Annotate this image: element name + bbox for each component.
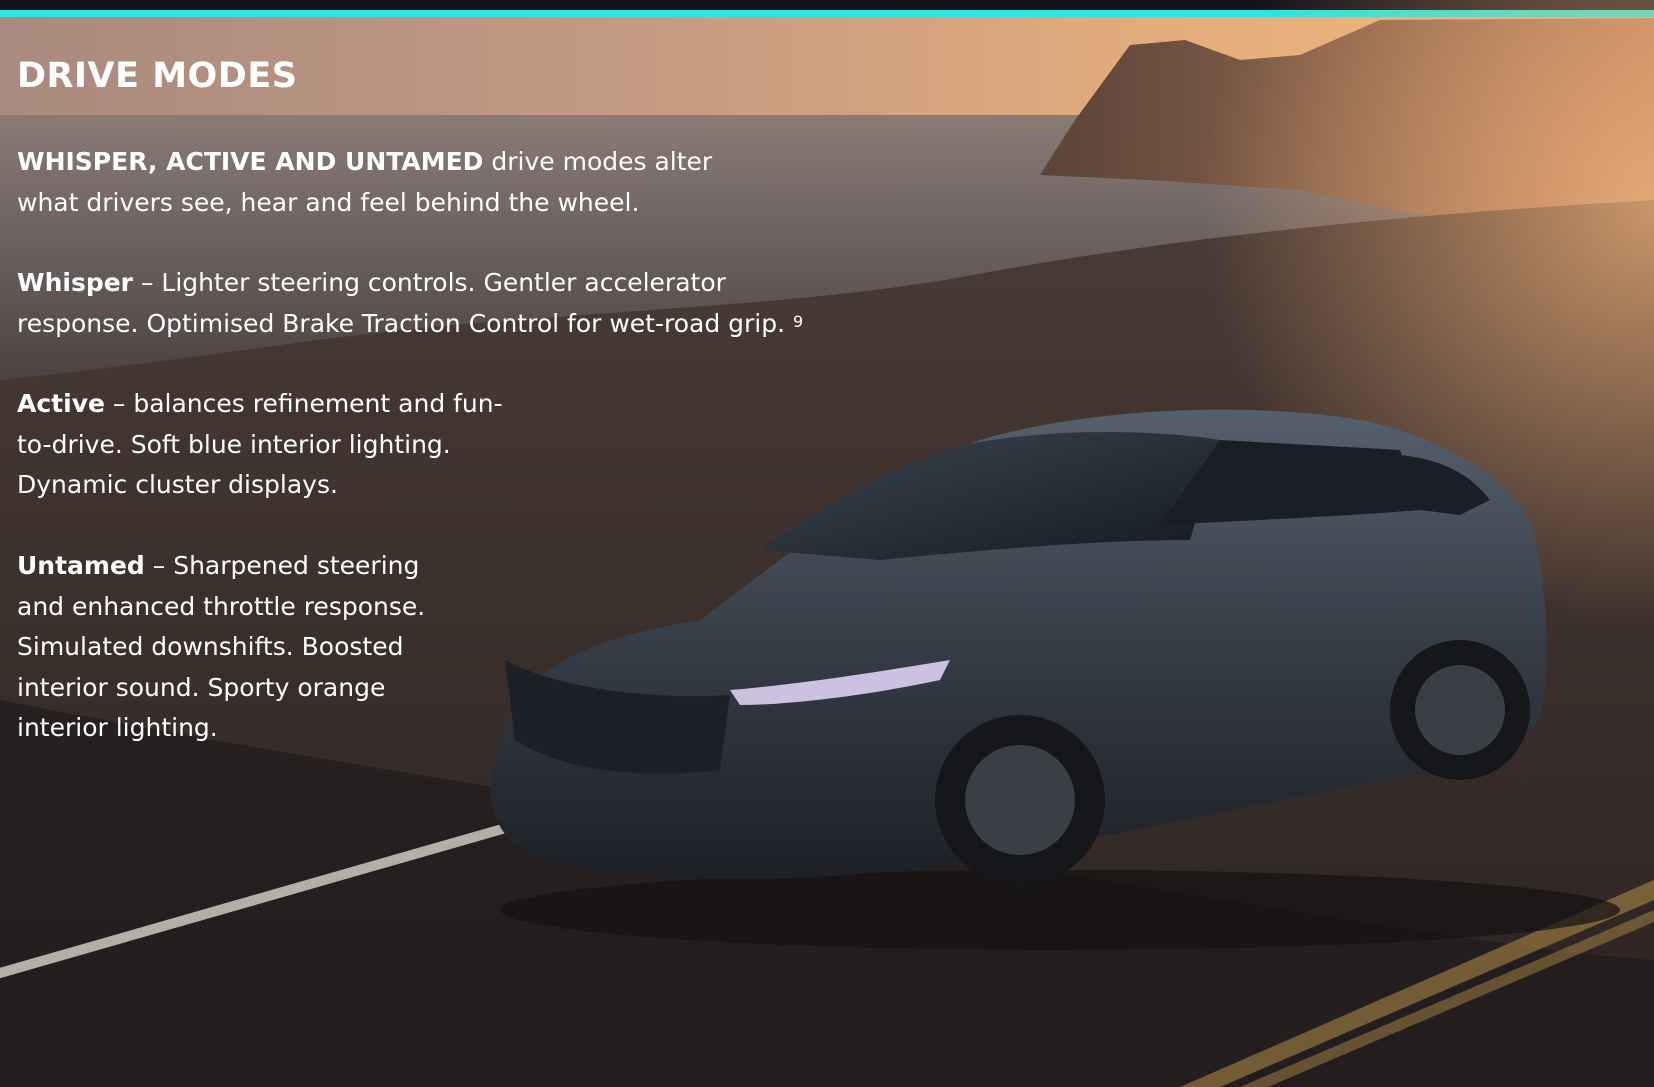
mode-whisper: Whisper – Lighter steering controls. Gen… <box>17 263 817 344</box>
page-title: DRIVE MODES <box>17 56 298 96</box>
mode-untamed: Untamed – Sharpened steering and enhance… <box>17 546 457 749</box>
mode-name: Active <box>17 389 105 418</box>
intro-paragraph: WHISPER, ACTIVE AND UNTAMED drive modes … <box>17 142 737 223</box>
mode-description: – Lighter steering controls. Gentler acc… <box>17 268 794 338</box>
mode-active: Active – balances refinement and fun-to-… <box>17 384 537 506</box>
footnote-marker: 9 <box>793 311 804 331</box>
intro-bold: WHISPER, ACTIVE AND UNTAMED <box>17 147 484 176</box>
mode-name: Whisper <box>17 268 134 297</box>
mode-name: Untamed <box>17 551 145 580</box>
car-photo <box>490 409 1620 950</box>
